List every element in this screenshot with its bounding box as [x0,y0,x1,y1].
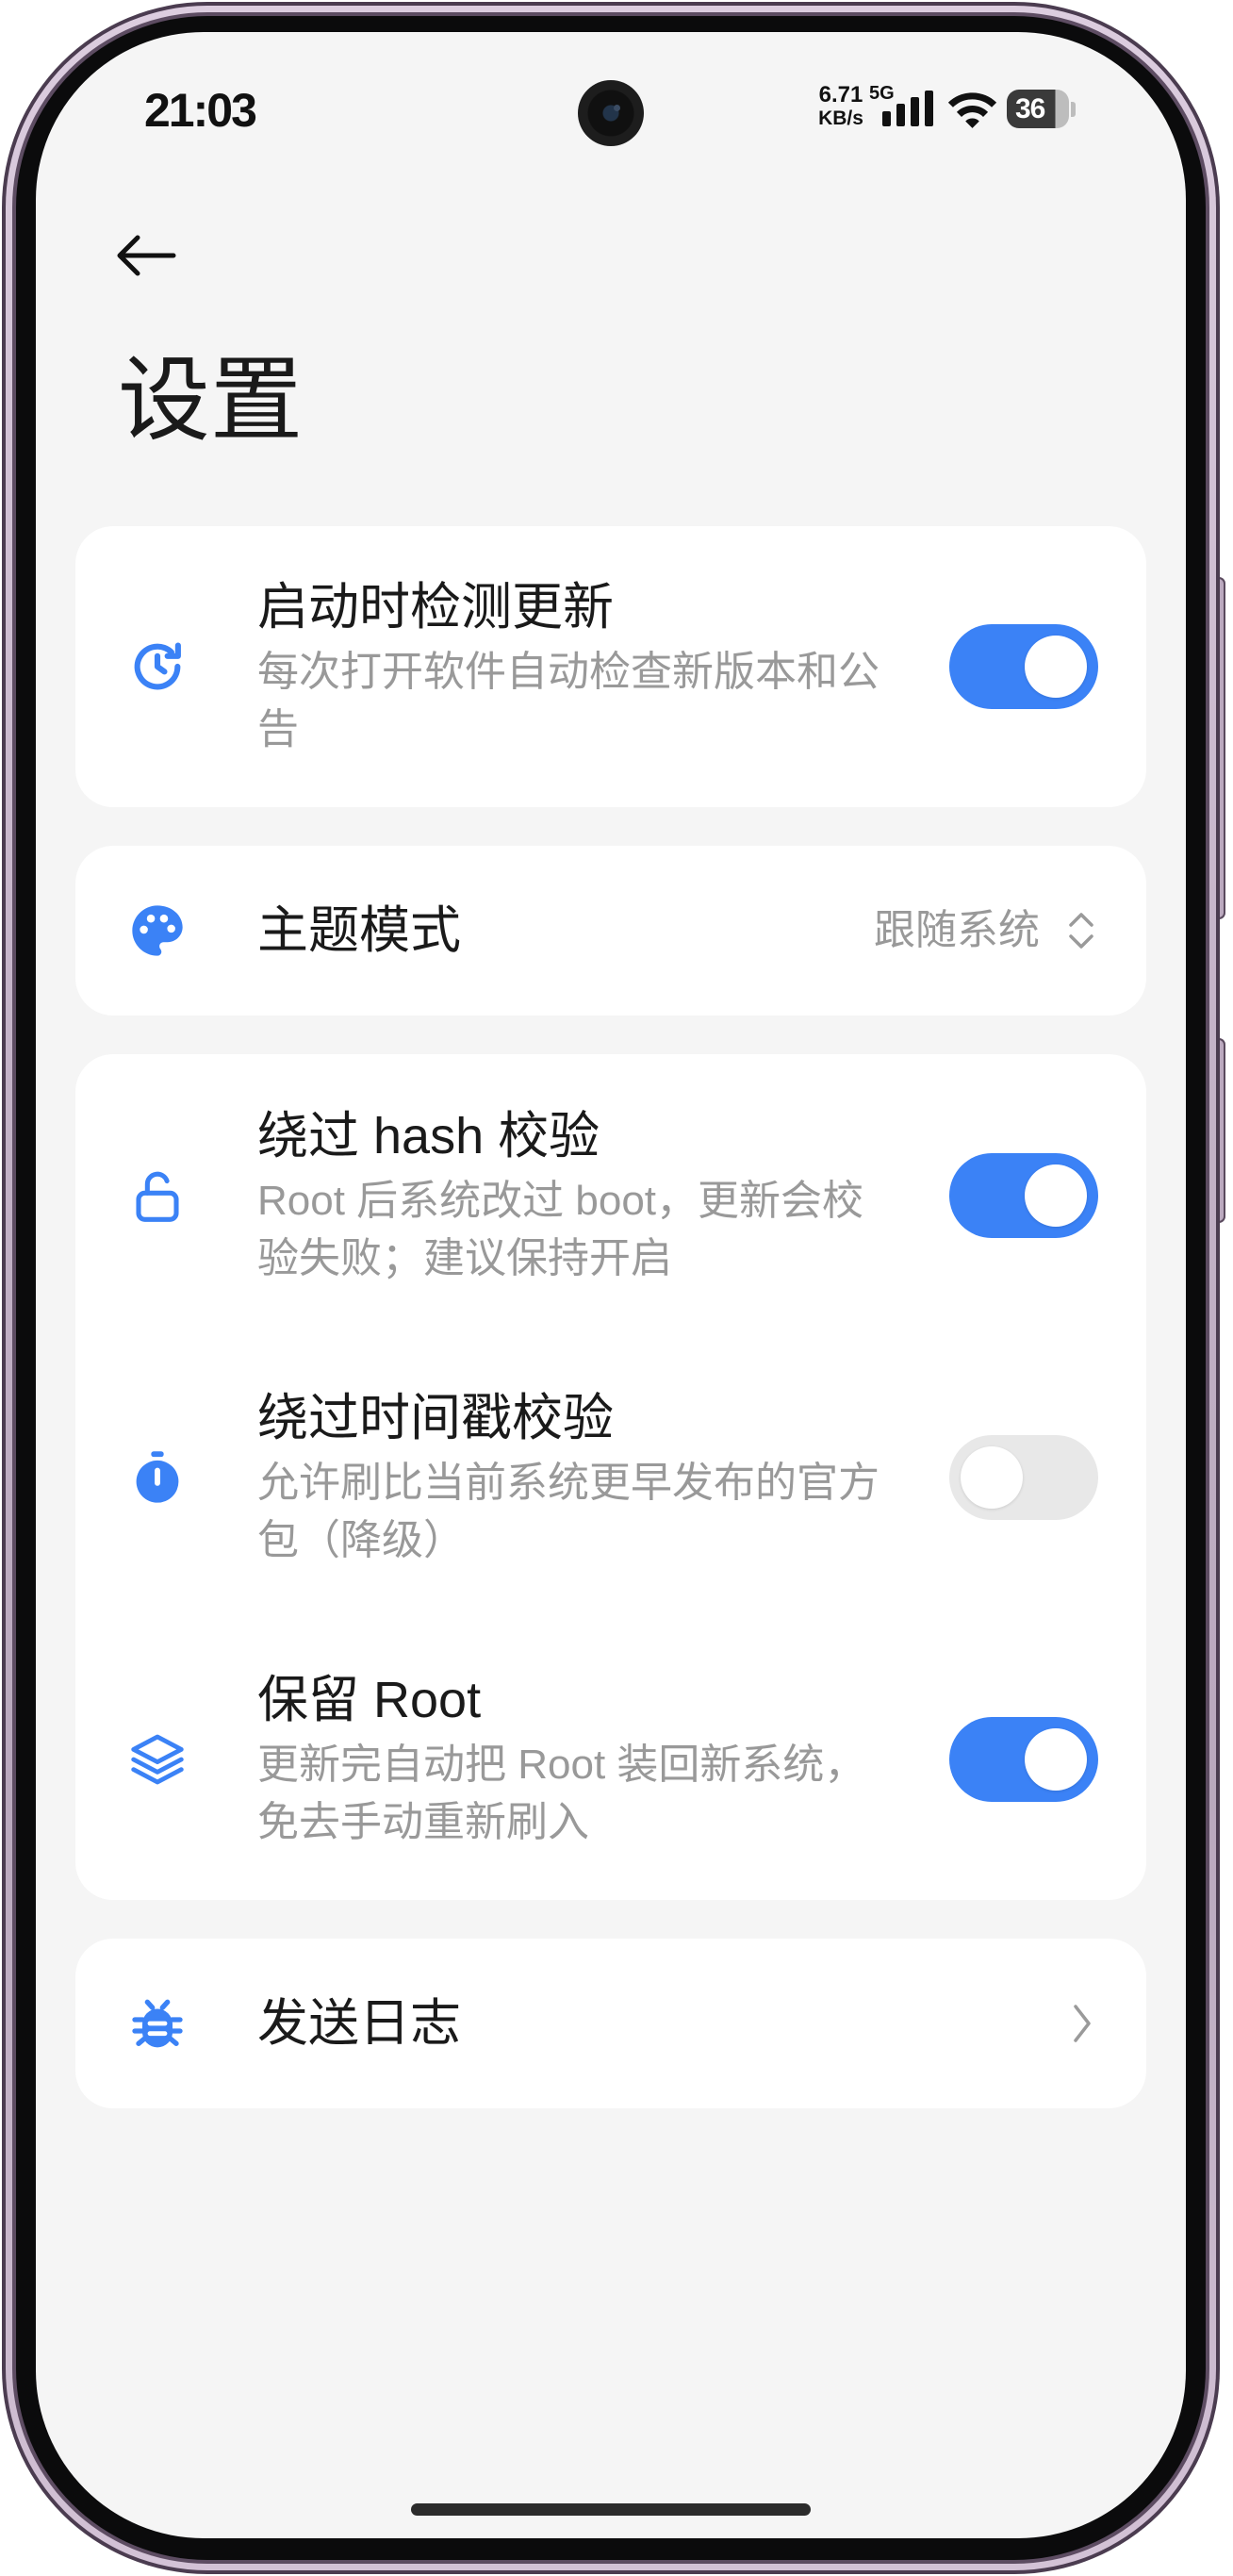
stopwatch-icon [127,1447,188,1508]
status-time: 21:03 [144,84,257,137]
palette-icon [127,900,188,961]
network-speed-value: 6.71 [818,82,863,107]
setting-row-keep-root[interactable]: 保留 Root 更新完自动把 Root 装回新系统，免去手动重新刷入 [75,1618,1146,1900]
settings-card-update: 启动时检测更新 每次打开软件自动检查新版本和公告 [75,526,1146,807]
bypass-hash-toggle[interactable] [949,1152,1098,1238]
battery-indicator: 36 [1007,90,1076,128]
theme-mode-value: 跟随系统 [874,907,1040,953]
bug-icon [127,1993,188,2054]
setting-title: 发送日志 [257,1995,461,2052]
theme-mode-selector[interactable]: 跟随系统 [874,902,1098,959]
home-indicator[interactable] [411,2503,811,2516]
settings-list: 启动时检测更新 每次打开软件自动检查新版本和公告 主题模式 跟随系统 绕过 ha… [75,526,1146,2108]
battery-level: 36 [1015,93,1045,124]
toggle-knob [1025,1727,1087,1791]
setting-title: 主题模式 [257,902,461,959]
toggle-knob [1025,1164,1087,1227]
unlock-icon [127,1165,188,1226]
network-speed: 6.71 KB/s [814,83,867,130]
setting-title: 绕过 hash 校验 [257,1107,600,1164]
setting-text: 主题模式 [257,899,461,963]
setting-title: 保留 Root [257,1671,482,1728]
chevron-right-icon [1069,2001,1095,2046]
setting-text: 启动时检测更新 每次打开软件自动检查新版本和公告 [257,575,898,758]
layers-icon [127,1729,188,1790]
page-title: 设置 [118,348,304,452]
wifi-icon [947,91,997,128]
setting-description: 更新完自动把 Root 装回新系统，免去手动重新刷入 [257,1741,866,1845]
setting-title: 绕过时间戳校验 [257,1389,614,1446]
setting-row-bypass-hash[interactable]: 绕过 hash 校验 Root 后系统改过 boot，更新会校验失败；建议保持开… [75,1054,1146,1336]
settings-card-theme: 主题模式 跟随系统 [75,846,1146,1016]
network-speed-unit: KB/s [818,107,863,129]
back-button[interactable] [104,221,189,290]
signal-bars-icon [882,91,933,126]
screen: 21:03 6.71 KB/s 5G 36 设置 启动时检测更新 每次打开软件自… [36,32,1186,2538]
setting-row-theme-mode[interactable]: 主题模式 跟随系统 [75,846,1146,1016]
check-update-toggle[interactable] [949,624,1098,709]
setting-title: 启动时检测更新 [257,579,614,636]
arrow-left-icon [117,235,176,276]
settings-card-flash: 绕过 hash 校验 Root 后系统改过 boot，更新会校验失败；建议保持开… [75,1054,1146,1900]
setting-row-check-update[interactable]: 启动时检测更新 每次打开软件自动检查新版本和公告 [75,526,1146,807]
setting-text: 保留 Root 更新完自动把 Root 装回新系统，免去手动重新刷入 [257,1668,898,1851]
setting-row-bypass-timestamp[interactable]: 绕过时间戳校验 允许刷比当前系统更早发布的官方包（降级） [75,1336,1146,1618]
setting-description: 每次打开软件自动检查新版本和公告 [257,649,880,752]
bypass-timestamp-toggle[interactable] [949,1434,1098,1520]
setting-description: 允许刷比当前系统更早发布的官方包（降级） [257,1459,880,1563]
setting-text: 绕过时间戳校验 允许刷比当前系统更早发布的官方包（降级） [257,1386,898,1569]
chevron-up-down-icon [1064,906,1098,955]
front-camera [578,80,644,146]
setting-description: Root 后系统改过 boot，更新会校验失败；建议保持开启 [257,1177,864,1281]
clock-refresh-icon [127,636,188,697]
settings-card-log: 发送日志 [75,1939,1146,2108]
battery-tip [1071,101,1076,117]
keep-root-toggle[interactable] [949,1716,1098,1802]
toggle-knob [1025,636,1087,698]
setting-text: 绕过 hash 校验 Root 后系统改过 boot，更新会校验失败；建议保持开… [257,1104,898,1287]
battery-icon: 36 [1007,90,1069,128]
setting-row-send-log[interactable]: 发送日志 [75,1939,1146,2108]
setting-text: 发送日志 [257,1991,461,2056]
toggle-knob [961,1445,1023,1509]
